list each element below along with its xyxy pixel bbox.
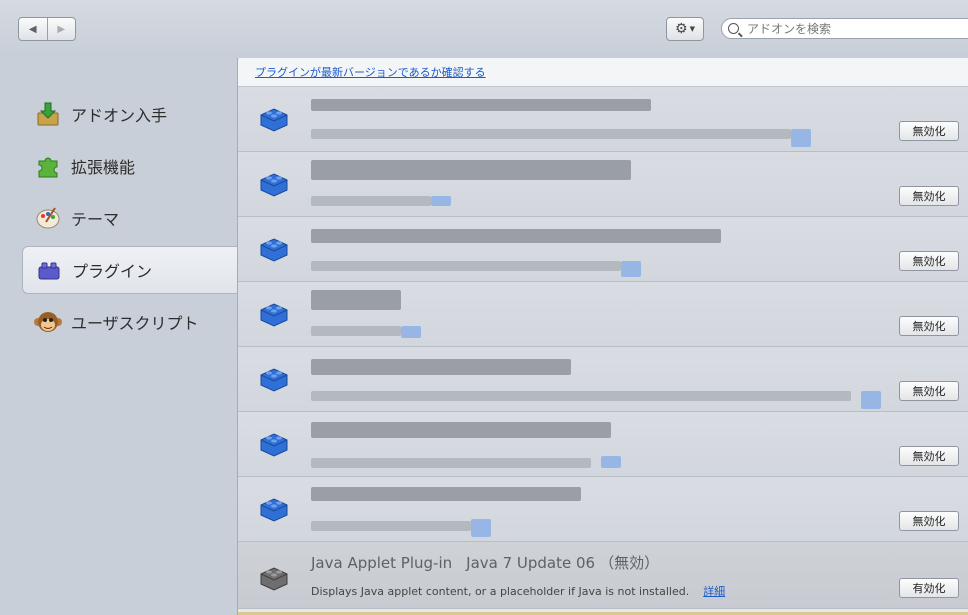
disable-button[interactable]: 無効化 <box>899 186 959 206</box>
disable-button[interactable]: 無効化 <box>899 446 959 466</box>
obscured-plugin-name <box>311 487 581 501</box>
sidebar-item-label: アドオン入手 <box>71 106 168 125</box>
obscured-plugin-description <box>311 129 791 139</box>
obscured-link <box>621 261 641 277</box>
forward-button[interactable]: ▶ <box>46 18 76 40</box>
sidebar-item-plugins[interactable]: プラグイン <box>22 246 238 294</box>
blue-lego-brick-icon <box>260 303 288 327</box>
category-sidebar: アドオン入手 拡張機能 テーマ プラグイン ユーザスクリプト <box>0 58 238 615</box>
plugin-brick-icon <box>35 256 63 284</box>
sidebar-item-label: プラグイン <box>72 262 153 281</box>
blue-lego-brick-icon <box>260 433 288 457</box>
plugin-description-row: Displays Java applet content, or a place… <box>311 583 725 599</box>
toolbar: ◀ ▶ ⚙ ▼ アドオンを検索 <box>0 0 968 58</box>
obscured-plugin-description <box>311 391 851 401</box>
get-addons-icon <box>34 100 62 128</box>
enable-button[interactable]: 有効化 <box>899 578 959 598</box>
forward-arrow-icon: ▶ <box>57 23 66 35</box>
obscured-link <box>601 456 621 468</box>
obscured-plugin-description <box>311 521 471 531</box>
palette-icon <box>34 204 62 232</box>
back-arrow-icon: ◀ <box>28 23 37 35</box>
plugin-row[interactable]: 無効化 <box>238 347 968 412</box>
search-icon <box>728 23 739 34</box>
update-check-bar: プラグインが最新バージョンであるか確認する <box>238 58 968 87</box>
obscured-plugin-name <box>311 229 721 243</box>
search-field[interactable]: アドオンを検索 <box>721 18 968 39</box>
back-button[interactable]: ◀ <box>19 18 47 40</box>
blue-lego-brick-icon <box>260 108 288 132</box>
gear-icon: ⚙ <box>675 21 688 37</box>
plugin-row[interactable]: 無効化 <box>238 87 968 152</box>
plugin-row[interactable]: 無効化 <box>238 282 968 347</box>
obscured-link <box>401 326 421 338</box>
sidebar-item-get-addons[interactable]: アドオン入手 <box>22 90 238 138</box>
obscured-plugin-name <box>311 99 651 111</box>
plugin-row-java[interactable]: Java Applet Plug-in Java 7 Update 06 （無効） … <box>238 542 968 609</box>
disable-button[interactable]: 無効化 <box>899 511 959 531</box>
plugin-row[interactable]: 無効化 <box>238 152 968 217</box>
sidebar-item-userscripts[interactable]: ユーザスクリプト <box>22 298 238 346</box>
obscured-link <box>791 129 811 147</box>
plugin-version: Java 7 Update 06 <box>466 554 596 572</box>
sidebar-item-label: 拡張機能 <box>71 158 136 177</box>
plugin-row[interactable]: 無効化 <box>238 217 968 282</box>
puzzle-piece-icon <box>34 152 62 180</box>
plugin-name: Java Applet Plug-in <box>311 554 453 572</box>
sidebar-item-label: テーマ <box>71 210 120 229</box>
obscured-plugin-name <box>311 359 571 375</box>
disable-button[interactable]: 無効化 <box>899 316 959 336</box>
sidebar-item-themes[interactable]: テーマ <box>22 194 238 242</box>
plugin-title: Java Applet Plug-in Java 7 Update 06 （無効） <box>311 552 659 573</box>
obscured-plugin-description <box>311 261 621 271</box>
history-nav: ◀ ▶ <box>18 17 76 41</box>
obscured-link <box>861 391 881 409</box>
monkey-icon <box>34 308 62 336</box>
plugin-row[interactable]: 無効化 <box>238 412 968 477</box>
blue-lego-brick-icon <box>260 173 288 197</box>
disable-button[interactable]: 無効化 <box>899 121 959 141</box>
disable-button[interactable]: 無効化 <box>899 381 959 401</box>
plugin-description: Displays Java applet content, or a place… <box>311 585 690 598</box>
plugin-status: （無効） <box>599 554 660 572</box>
tools-menu-button[interactable]: ⚙ ▼ <box>666 17 704 41</box>
blue-lego-brick-icon <box>260 238 288 262</box>
plugin-row[interactable]: 無効化 <box>238 477 968 542</box>
obscured-plugin-description <box>311 196 431 206</box>
disable-button[interactable]: 無効化 <box>899 251 959 271</box>
obscured-plugin-name <box>311 290 401 310</box>
obscured-plugin-description <box>311 458 591 468</box>
sidebar-item-extensions[interactable]: 拡張機能 <box>22 142 238 190</box>
blue-lego-brick-icon <box>260 368 288 392</box>
blue-lego-brick-icon <box>260 498 288 522</box>
chevron-down-icon: ▼ <box>689 25 695 33</box>
plugin-list-pane: プラグインが最新バージョンであるか確認する 無効化 無効化 無効化 無効化 無効… <box>237 58 968 615</box>
obscured-plugin-description <box>311 326 401 336</box>
gray-lego-brick-icon <box>260 567 288 591</box>
obscured-plugin-name <box>311 422 611 438</box>
obscured-link <box>431 196 451 206</box>
sidebar-item-label: ユーザスクリプト <box>71 314 199 333</box>
obscured-plugin-name <box>311 160 631 180</box>
check-updates-link[interactable]: プラグインが最新バージョンであるか確認する <box>255 64 486 80</box>
search-input[interactable]: アドオンを検索 <box>747 20 831 37</box>
details-link[interactable]: 詳細 <box>703 585 725 598</box>
obscured-link <box>471 519 491 537</box>
